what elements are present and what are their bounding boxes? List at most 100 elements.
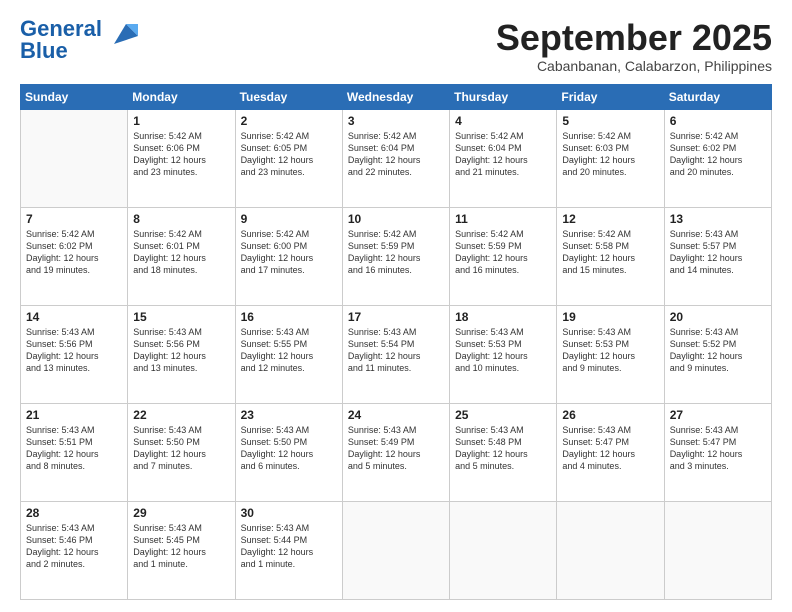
day-number: 21 — [26, 408, 122, 422]
calendar-cell: 6Sunrise: 5:42 AM Sunset: 6:02 PM Daylig… — [664, 109, 771, 207]
calendar-cell: 24 Sunrise: 5:43 AM Sunset: 5:49 PM Dayli… — [342, 403, 449, 501]
day-info: Sunrise: 5:42 AM Sunset: 6:06 PM Dayligh… — [133, 130, 229, 179]
calendar-cell: 7Sunrise: 5:42 AM Sunset: 6:02 PM Daylig… — [21, 207, 128, 305]
calendar-cell — [21, 109, 128, 207]
day-info: Sunrise: 5:43 AM Sunset: 5:47 PM Dayligh… — [670, 424, 766, 473]
day-info: Sunrise: 5:42 AM Sunset: 6:05 PM Dayligh… — [241, 130, 337, 179]
calendar-cell: 9 Sunrise: 5:42 AM Sunset: 6:00 PM Daylig… — [235, 207, 342, 305]
calendar-table: SundayMondayTuesdayWednesdayThursdayFrid… — [20, 84, 772, 600]
day-number: 1 — [133, 114, 229, 128]
day-number: 26 — [562, 408, 658, 422]
week-row-4: 21 Sunrise: 5:43 AM Sunset: 5:51 PM Dayli… — [21, 403, 772, 501]
day-info: Sunrise: 5:43 AM Sunset: 5:50 PM Dayligh… — [241, 424, 337, 473]
day-number: 29 — [133, 506, 229, 520]
day-info: Sunrise: 5:43 AM Sunset: 5:47 PM Dayligh… — [562, 424, 658, 473]
title-block: September 2025 Cabanbanan, Calabarzon, P… — [496, 18, 772, 74]
calendar-cell: 2 Sunrise: 5:42 AM Sunset: 6:05 PM Daylig… — [235, 109, 342, 207]
calendar-cell: 14 Sunrise: 5:43 AM Sunset: 5:56 PM Dayli… — [21, 305, 128, 403]
calendar-cell: 4 Sunrise: 5:42 AM Sunset: 6:04 PM Daylig… — [450, 109, 557, 207]
day-info: Sunrise: 5:43 AM Sunset: 5:44 PM Dayligh… — [241, 522, 337, 571]
calendar-cell: 13 Sunrise: 5:43 AM Sunset: 5:57 PM Dayli… — [664, 207, 771, 305]
day-info: Sunrise: 5:43 AM Sunset: 5:46 PM Dayligh… — [26, 522, 122, 571]
calendar-cell: 10 Sunrise: 5:42 AM Sunset: 5:59 PM Dayli… — [342, 207, 449, 305]
day-number: 17 — [348, 310, 444, 324]
calendar-cell: 19 Sunrise: 5:43 AM Sunset: 5:53 PM Dayli… — [557, 305, 664, 403]
week-row-5: 28 Sunrise: 5:43 AM Sunset: 5:46 PM Dayli… — [21, 501, 772, 599]
day-info: Sunrise: 5:43 AM Sunset: 5:56 PM Dayligh… — [133, 326, 229, 375]
day-number: 8 — [133, 212, 229, 226]
day-number: 7 — [26, 212, 122, 226]
day-number: 28 — [26, 506, 122, 520]
calendar-cell: 18 Sunrise: 5:43 AM Sunset: 5:53 PM Dayli… — [450, 305, 557, 403]
calendar-cell — [450, 501, 557, 599]
calendar-cell: 25 Sunrise: 5:43 AM Sunset: 5:48 PM Dayli… — [450, 403, 557, 501]
day-number: 4 — [455, 114, 551, 128]
day-info: Sunrise: 5:43 AM Sunset: 5:53 PM Dayligh… — [455, 326, 551, 375]
calendar-cell: 3 Sunrise: 5:42 AM Sunset: 6:04 PM Daylig… — [342, 109, 449, 207]
logo-icon — [106, 16, 138, 48]
calendar-cell: 23 Sunrise: 5:43 AM Sunset: 5:50 PM Dayli… — [235, 403, 342, 501]
day-info: Sunrise: 5:43 AM Sunset: 5:50 PM Dayligh… — [133, 424, 229, 473]
day-info: Sunrise: 5:42 AM Sunset: 5:59 PM Dayligh… — [348, 228, 444, 277]
day-info: Sunrise: 5:43 AM Sunset: 5:57 PM Dayligh… — [670, 228, 766, 277]
day-number: 25 — [455, 408, 551, 422]
calendar-cell — [342, 501, 449, 599]
day-info: Sunrise: 5:42 AM Sunset: 6:04 PM Dayligh… — [348, 130, 444, 179]
calendar-cell: 5Sunrise: 5:42 AM Sunset: 6:03 PM Daylig… — [557, 109, 664, 207]
day-number: 10 — [348, 212, 444, 226]
calendar-cell — [557, 501, 664, 599]
day-number: 18 — [455, 310, 551, 324]
calendar-cell: 20 Sunrise: 5:43 AM Sunset: 5:52 PM Dayli… — [664, 305, 771, 403]
day-info: Sunrise: 5:43 AM Sunset: 5:53 PM Dayligh… — [562, 326, 658, 375]
calendar-cell: 8Sunrise: 5:42 AM Sunset: 6:01 PM Daylig… — [128, 207, 235, 305]
calendar-title: September 2025 — [496, 18, 772, 58]
weekday-sunday: Sunday — [21, 84, 128, 109]
day-info: Sunrise: 5:42 AM Sunset: 6:00 PM Dayligh… — [241, 228, 337, 277]
calendar-cell: 17 Sunrise: 5:43 AM Sunset: 5:54 PM Dayli… — [342, 305, 449, 403]
day-info: Sunrise: 5:43 AM Sunset: 5:49 PM Dayligh… — [348, 424, 444, 473]
day-number: 27 — [670, 408, 766, 422]
week-row-3: 14 Sunrise: 5:43 AM Sunset: 5:56 PM Dayli… — [21, 305, 772, 403]
calendar-cell: 21 Sunrise: 5:43 AM Sunset: 5:51 PM Dayli… — [21, 403, 128, 501]
calendar-cell: 30 Sunrise: 5:43 AM Sunset: 5:44 PM Dayli… — [235, 501, 342, 599]
day-number: 6 — [670, 114, 766, 128]
day-number: 19 — [562, 310, 658, 324]
calendar-cell: 29 Sunrise: 5:43 AM Sunset: 5:45 PM Dayli… — [128, 501, 235, 599]
day-number: 12 — [562, 212, 658, 226]
day-number: 13 — [670, 212, 766, 226]
day-info: Sunrise: 5:42 AM Sunset: 5:58 PM Dayligh… — [562, 228, 658, 277]
calendar-cell: 26 Sunrise: 5:43 AM Sunset: 5:47 PM Dayli… — [557, 403, 664, 501]
day-info: Sunrise: 5:42 AM Sunset: 6:03 PM Dayligh… — [562, 130, 658, 179]
day-number: 30 — [241, 506, 337, 520]
weekday-monday: Monday — [128, 84, 235, 109]
day-number: 3 — [348, 114, 444, 128]
day-info: Sunrise: 5:43 AM Sunset: 5:45 PM Dayligh… — [133, 522, 229, 571]
calendar-cell: 28 Sunrise: 5:43 AM Sunset: 5:46 PM Dayli… — [21, 501, 128, 599]
day-number: 20 — [670, 310, 766, 324]
week-row-1: 1 Sunrise: 5:42 AM Sunset: 6:06 PM Daylig… — [21, 109, 772, 207]
day-number: 2 — [241, 114, 337, 128]
day-info: Sunrise: 5:43 AM Sunset: 5:56 PM Dayligh… — [26, 326, 122, 375]
day-number: 24 — [348, 408, 444, 422]
day-info: Sunrise: 5:43 AM Sunset: 5:51 PM Dayligh… — [26, 424, 122, 473]
calendar-cell: 15Sunrise: 5:43 AM Sunset: 5:56 PM Dayli… — [128, 305, 235, 403]
day-number: 22 — [133, 408, 229, 422]
day-number: 9 — [241, 212, 337, 226]
day-number: 14 — [26, 310, 122, 324]
weekday-friday: Friday — [557, 84, 664, 109]
week-row-2: 7Sunrise: 5:42 AM Sunset: 6:02 PM Daylig… — [21, 207, 772, 305]
day-info: Sunrise: 5:43 AM Sunset: 5:54 PM Dayligh… — [348, 326, 444, 375]
header: GeneralBlue September 2025 Cabanbanan, C… — [20, 18, 772, 74]
day-number: 23 — [241, 408, 337, 422]
logo-text: GeneralBlue — [20, 18, 102, 62]
calendar-subtitle: Cabanbanan, Calabarzon, Philippines — [496, 58, 772, 74]
day-info: Sunrise: 5:42 AM Sunset: 6:04 PM Dayligh… — [455, 130, 551, 179]
day-info: Sunrise: 5:43 AM Sunset: 5:52 PM Dayligh… — [670, 326, 766, 375]
calendar-cell: 11Sunrise: 5:42 AM Sunset: 5:59 PM Dayli… — [450, 207, 557, 305]
day-info: Sunrise: 5:43 AM Sunset: 5:48 PM Dayligh… — [455, 424, 551, 473]
calendar-cell: 1 Sunrise: 5:42 AM Sunset: 6:06 PM Daylig… — [128, 109, 235, 207]
weekday-thursday: Thursday — [450, 84, 557, 109]
logo: GeneralBlue — [20, 18, 138, 62]
calendar-cell — [664, 501, 771, 599]
calendar-cell: 16Sunrise: 5:43 AM Sunset: 5:55 PM Dayli… — [235, 305, 342, 403]
